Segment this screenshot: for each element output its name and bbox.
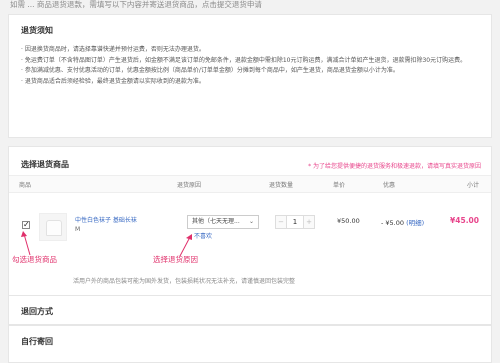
product-name-link[interactable]: 中性白色袜子 基础长袜 xyxy=(75,215,137,224)
self-send-title: 自行寄回 xyxy=(21,337,53,346)
notice-item: · 免运费订单（不含特品图订单）产生退货后，如金额不满足该订单的免邮条件，退款金… xyxy=(21,56,467,64)
item-checkbox[interactable]: ✓ xyxy=(22,221,30,229)
annotation-select-reason: 选择退货原因 xyxy=(153,255,198,264)
discount-detail-link[interactable]: (明细) xyxy=(406,219,424,227)
col-unit-price: 单价 xyxy=(333,181,346,189)
discount-amount: - ¥5.00 xyxy=(381,219,405,227)
return-notice-panel: 退货须知 · 因退换货商品时，请选择靠谱快递并预付运费，否则无法办理退货。 · … xyxy=(8,14,492,138)
subtotal-value: ¥45.00 xyxy=(450,216,479,225)
col-discount: 优惠 xyxy=(383,181,396,189)
notice-title: 退货须知 xyxy=(21,26,53,35)
top-instruction: 如需 ... 商品退货退款，需填写以下内容并寄送退货商品，点击提交退货申请 xyxy=(10,0,262,9)
quantity-input[interactable]: 1 xyxy=(287,215,303,229)
notice-list: · 因退换货商品时，请选择靠谱快递并预付运费，否则无法办理退货。 · 免运费订单… xyxy=(9,45,491,87)
product-thumbnail[interactable] xyxy=(39,213,67,241)
items-table-header: 商品 退货原因 退货数量 单价 优惠 小计 xyxy=(9,175,491,193)
quantity-minus-button[interactable]: − xyxy=(275,215,287,229)
packaging-note: 活用户外的商品包装可能为国外发货，包装损耗状况无法补充，请谨慎退回包装完整 xyxy=(73,278,296,285)
reason-tip: * 为了给您提供便捷的退货服务和极速退款，请填写真实退货原因 xyxy=(308,163,481,170)
quantity-stepper: − 1 + xyxy=(275,215,315,229)
col-product: 商品 xyxy=(19,181,32,189)
reason-detail-link[interactable]: 不喜欢 xyxy=(194,231,212,240)
notice-item: · 退货商品适合后须经检验，最终退货金额请以实际收到的退款为准。 xyxy=(21,77,205,85)
discount-value: - ¥5.00 (明细) xyxy=(381,217,424,227)
return-method-panel: 退回方式 xyxy=(8,295,492,325)
col-quantity: 退货数量 xyxy=(269,181,294,189)
table-row: ✓ 中性白色袜子 基础长袜 M 其他（七天无理... ⌄ 不喜欢 − 1 + ¥… xyxy=(9,193,491,253)
unit-price: ¥50.00 xyxy=(337,217,360,225)
chevron-down-icon: ⌄ xyxy=(248,218,254,225)
self-send-panel: 自行寄回 xyxy=(8,325,492,363)
product-image xyxy=(46,220,62,236)
notice-item: · 因退换货商品时，请选择靠谱快递并预付运费，否则无法办理退货。 xyxy=(21,46,205,53)
return-reason-select[interactable]: 其他（七天无理... ⌄ xyxy=(187,215,259,229)
select-items-panel: 选择退货商品 * 为了给您提供便捷的退货服务和极速退款，请填写真实退货原因 商品… xyxy=(8,146,492,296)
col-subtotal: 小计 xyxy=(466,181,479,189)
col-reason: 退货原因 xyxy=(177,181,202,189)
return-reason-value: 其他（七天无理... xyxy=(192,218,240,225)
annotation-arrow-left xyxy=(21,231,31,256)
notice-item: · 参加满减优惠、支付优惠活动的订单，优惠金额按比例（商品单价/订单单金额）分摊… xyxy=(21,67,399,74)
product-size: M xyxy=(75,226,81,233)
quantity-plus-button[interactable]: + xyxy=(303,215,315,229)
select-header: 选择退货商品 * 为了给您提供便捷的退货服务和极速退款，请填写真实退货原因 xyxy=(9,147,491,175)
annotation-select-item: 勾选退货商品 xyxy=(12,255,57,264)
return-method-title: 退回方式 xyxy=(21,307,53,316)
